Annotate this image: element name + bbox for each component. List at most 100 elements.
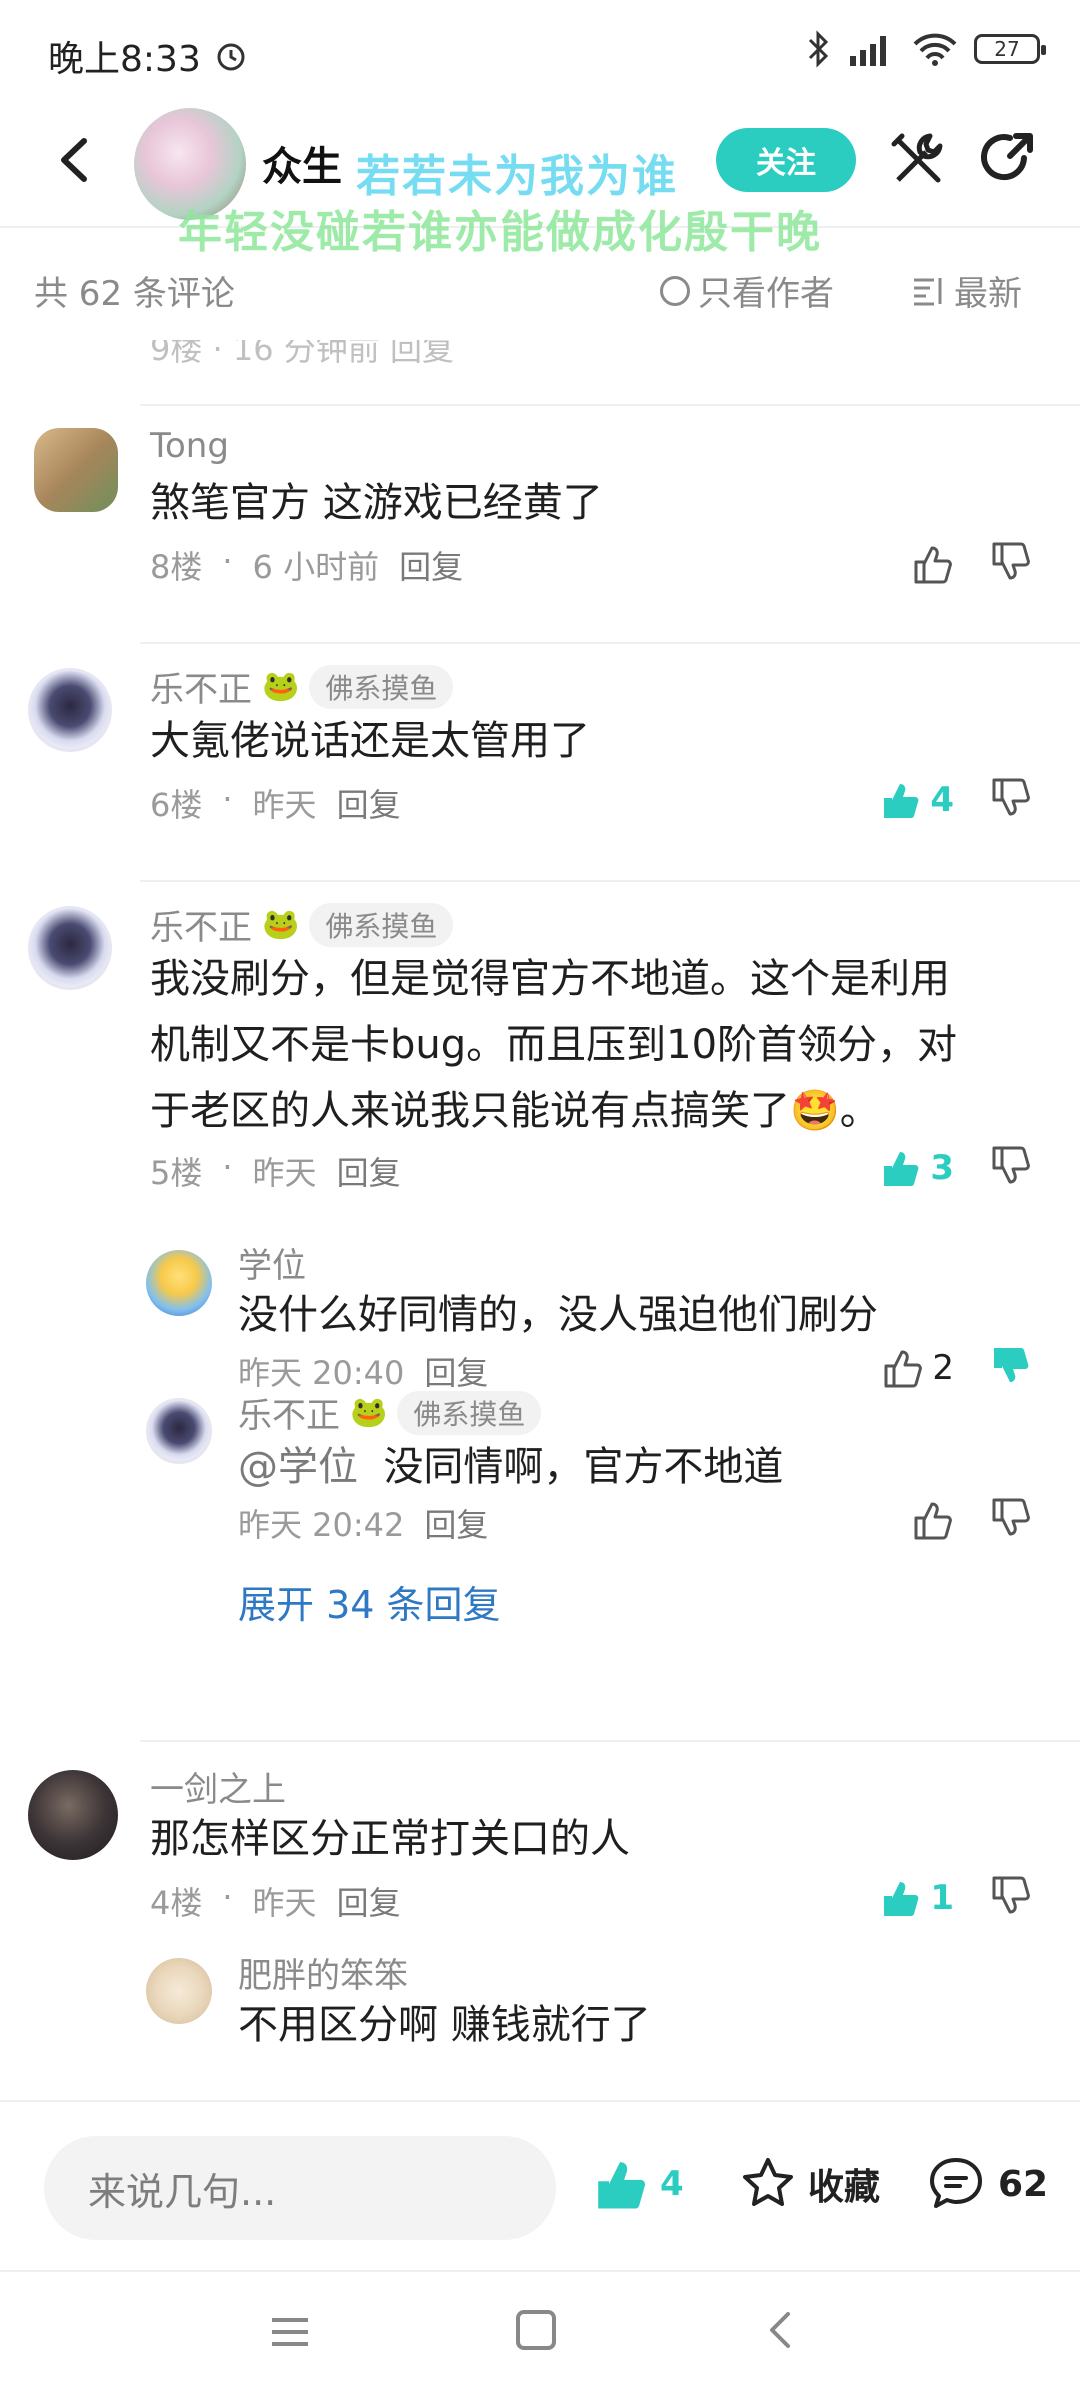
post-header: 众生 若若未为我为谁 年轻没碰若谁亦能做成化殷干晚 关注 <box>0 100 1080 258</box>
user-badge: 佛系摸鱼 <box>309 664 454 709</box>
dislike-button[interactable] <box>988 776 1032 824</box>
comment-content-line2: 机制又不是卡bug。而且压到10阶首领分，对 <box>150 1022 958 1068</box>
floor-label: 8楼 <box>150 548 203 586</box>
thumbs-down-icon <box>992 778 1030 816</box>
reply-content: 不用区分啊 赚钱就行了 <box>238 2002 651 2048</box>
menu-icon[interactable] <box>268 2312 312 2352</box>
username-text: 一剑之上 <box>150 1770 286 1810</box>
reply-username[interactable]: 肥胖的笨笨 <box>238 1948 408 1997</box>
username-text: 乐不正 <box>238 1396 340 1436</box>
comment-actions: 1 <box>878 1874 1032 1922</box>
avatar[interactable] <box>34 428 118 512</box>
floor-label: 4楼 <box>150 1884 203 1922</box>
comment-meta: 8楼 · 6 小时前 回复 <box>150 542 463 588</box>
comment-item: 一剑之上 那怎样区分正常打关口的人 4楼 · 昨天 回复 1 肥胖的笨笨 不用区… <box>0 1742 1080 2100</box>
system-nav-bar <box>0 2270 1080 2400</box>
comment-username[interactable]: 乐不正 🐸 佛系摸鱼 <box>150 662 454 711</box>
dislike-button[interactable] <box>988 540 1032 588</box>
comment-content: 煞笔官方 这游戏已经黄了 <box>150 480 603 526</box>
like-button[interactable]: 3 <box>878 1146 954 1190</box>
partial-comment-row: 9楼 · 16 分钟前 回复 <box>150 340 454 368</box>
like-count: 1 <box>930 1878 954 1918</box>
comment-item: 乐不正 🐸 佛系摸鱼 大氪佬说话还是太管用了 6楼 · 昨天 回复 4 <box>0 644 1080 880</box>
reply-button[interactable]: 回复 <box>337 780 401 826</box>
expand-replies-link[interactable]: 展开 34 条回复 <box>238 1574 501 1629</box>
thumbs-down-icon <box>992 542 1030 580</box>
sort-button[interactable]: 最新 <box>912 266 1022 315</box>
radio-icon <box>660 275 690 306</box>
user-badge: 佛系摸鱼 <box>309 902 454 947</box>
mention-link[interactable]: @学位 <box>238 1444 358 1490</box>
reply-actions <box>910 1496 1032 1544</box>
comment-username[interactable]: 乐不正 🐸 佛系摸鱼 <box>150 900 454 949</box>
battery-level: 27 <box>994 37 1020 61</box>
follow-button[interactable]: 关注 <box>716 128 856 192</box>
comment-list: 9楼 · 16 分钟前 回复 Tong 煞笔官方 这游戏已经黄了 8楼 · 6 … <box>0 340 1080 2100</box>
reply-button[interactable]: 回复 <box>399 542 463 588</box>
reply-button[interactable]: 回复 <box>337 1148 401 1194</box>
status-bar: 晚上8:33 27 <box>0 0 1080 100</box>
comments-button[interactable]: 62 <box>926 2154 1048 2214</box>
dislike-button[interactable] <box>988 1874 1032 1922</box>
reply-avatar[interactable] <box>146 1398 212 1464</box>
avatar[interactable] <box>28 906 112 990</box>
favorite-button[interactable]: 收藏 <box>738 2154 880 2214</box>
star-icon <box>743 2158 793 2206</box>
dislike-button[interactable] <box>988 1496 1032 1544</box>
like-button[interactable]: 1 <box>878 1876 954 1920</box>
like-button[interactable]: 2 <box>880 1346 954 1390</box>
floor-label: 5楼 <box>150 1154 203 1192</box>
comment-actions <box>910 540 1032 588</box>
status-icons: 27 <box>806 30 1046 68</box>
comment-actions: 4 <box>878 776 1032 824</box>
thumbs-up-filled-icon <box>884 1882 919 1916</box>
avatar[interactable] <box>28 668 112 752</box>
comment-time: 6 小时前 <box>252 548 380 586</box>
author-name[interactable]: 众生 <box>262 134 342 192</box>
comment-meta: 6楼 · 昨天 回复 <box>150 780 401 826</box>
comment-username[interactable]: Tong <box>150 426 229 466</box>
frog-badge-icon: 🐸 <box>350 1395 388 1430</box>
post-like-button[interactable]: 4 <box>590 2154 684 2214</box>
share-button[interactable] <box>974 128 1038 192</box>
comment-bubble-icon <box>930 2158 982 2208</box>
home-icon[interactable] <box>516 2310 556 2350</box>
frog-badge-icon: 🐸 <box>262 907 300 942</box>
comment-input[interactable]: 来说几句... <box>44 2136 556 2240</box>
reply-actions: 2 <box>880 1344 1032 1392</box>
reply-username[interactable]: 学位 <box>238 1238 306 1287</box>
reply-button[interactable]: 回复 <box>424 1500 488 1546</box>
avatar[interactable] <box>28 1770 118 1860</box>
reply-avatar[interactable] <box>146 1958 212 2024</box>
username-text: 学位 <box>238 1246 306 1286</box>
comment-time: 昨天 <box>252 1154 317 1192</box>
reply-avatar[interactable] <box>146 1250 212 1316</box>
tools-icon <box>891 133 943 183</box>
like-button[interactable] <box>910 542 954 586</box>
dislike-button[interactable] <box>988 1344 1032 1392</box>
thumbs-up-icon <box>914 1502 952 1540</box>
reply-username[interactable]: 乐不正 🐸 佛系摸鱼 <box>238 1388 542 1437</box>
comment-content: 那怎样区分正常打关口的人 <box>150 1816 630 1862</box>
like-button[interactable]: 4 <box>878 778 954 822</box>
sort-icon <box>914 277 942 305</box>
tools-button[interactable] <box>886 128 950 192</box>
comment-actions: 3 <box>878 1144 1032 1192</box>
separator-dot: · <box>222 542 233 580</box>
back-button[interactable] <box>44 130 104 190</box>
thumbs-up-filled-icon <box>884 1152 919 1186</box>
reply-time: 昨天 20:42 <box>238 1506 405 1544</box>
reply-content: 没什么好同情的，没人强迫他们刷分 <box>238 1292 878 1338</box>
only-author-toggle[interactable]: 只看作者 <box>660 266 834 315</box>
dislike-button[interactable] <box>988 1144 1032 1192</box>
like-button[interactable] <box>910 1498 954 1542</box>
status-time-text: 晚上8:33 <box>48 39 201 80</box>
separator-dot: · <box>222 1878 233 1916</box>
thumbs-up-filled-icon <box>884 784 919 818</box>
reply-button[interactable]: 回复 <box>337 1878 401 1924</box>
favorite-label: 收藏 <box>808 2167 881 2208</box>
comment-username[interactable]: 一剑之上 <box>150 1762 286 1811</box>
username-text: 乐不正 <box>150 908 252 948</box>
battery-icon: 27 <box>974 34 1046 64</box>
nav-back-icon[interactable] <box>760 2308 804 2352</box>
